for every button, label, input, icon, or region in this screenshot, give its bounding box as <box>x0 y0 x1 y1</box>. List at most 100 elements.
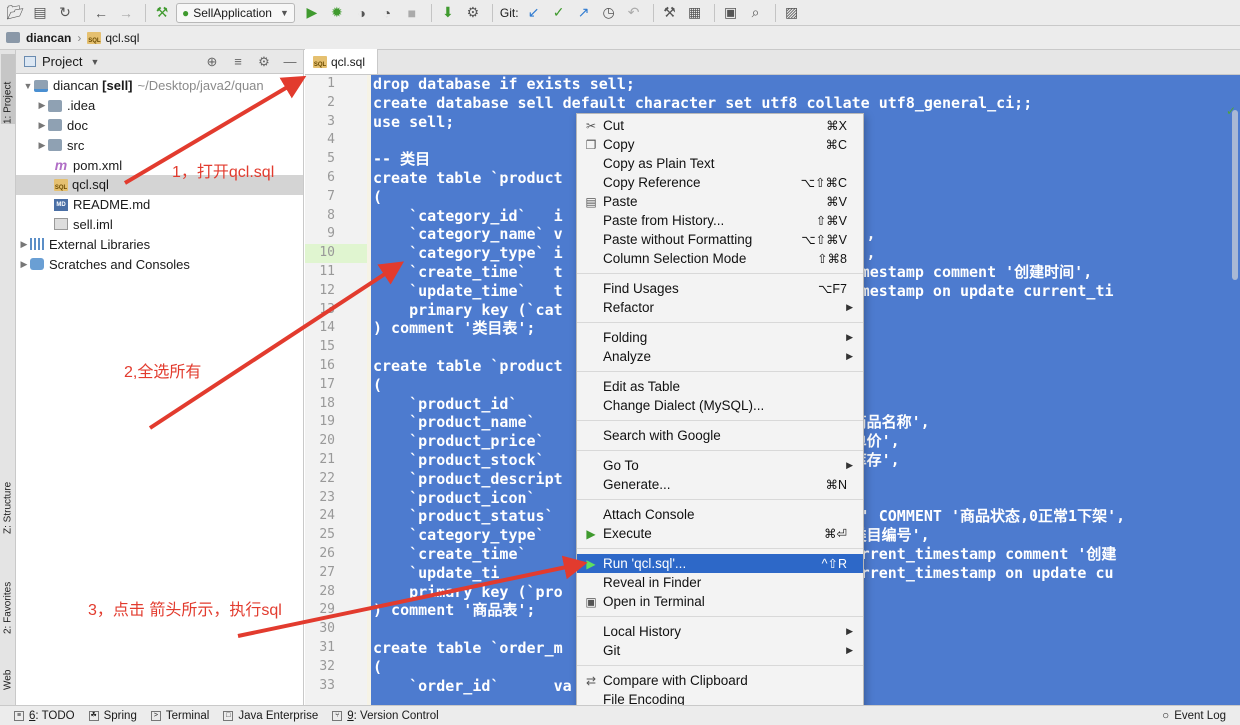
attach-debugger-icon[interactable]: ⚙ <box>462 2 484 24</box>
back-icon[interactable]: ← <box>90 2 112 24</box>
code-line: create table `order_m <box>373 639 563 657</box>
run-configuration-select[interactable]: ● SellApplication ▼ <box>176 2 295 23</box>
menu-item-label: Search with Google <box>603 428 721 443</box>
menu-item[interactable]: Go To ▶ <box>577 456 863 475</box>
chevron-right-icon: › <box>77 30 82 45</box>
menu-item[interactable]: Folding ▶ <box>577 328 863 347</box>
breadcrumb-file[interactable]: qcl.sql <box>105 31 139 45</box>
tree-item-scratches[interactable]: ▶ Scratches and Consoles <box>16 254 303 274</box>
menu-item[interactable]: Copy Reference ⌥⇧⌘C <box>577 173 863 192</box>
git-push-icon[interactable]: ↗ <box>573 2 595 24</box>
tab-qcl-sql[interactable]: SQL qcl.sql <box>305 49 379 74</box>
menu-item[interactable]: ▤ Paste ⌘V <box>577 192 863 211</box>
chevron-down-icon: ▼ <box>279 7 289 18</box>
profile-icon[interactable]: ◔ <box>376 2 398 24</box>
tree-item-src[interactable]: ▶ src <box>16 135 303 155</box>
menu-item[interactable]: Analyze ▶ <box>577 347 863 366</box>
menu-item-shortcut: ⌘N <box>825 478 847 492</box>
submenu-arrow-icon: ▶ <box>846 626 853 636</box>
chevron-down-icon[interactable]: ▼ <box>90 57 99 67</box>
collapse-all-icon[interactable]: ≡ <box>225 54 251 70</box>
tree-item-label: sell.iml <box>73 216 113 232</box>
collapsed-arrow-icon[interactable]: ▶ <box>36 100 48 111</box>
menu-item[interactable]: Column Selection Mode ⇧⌘8 <box>577 249 863 268</box>
locate-file-icon[interactable]: ⊕ <box>199 54 225 70</box>
menu-item[interactable]: ⇄ Compare with Clipboard <box>577 671 863 690</box>
menu-item[interactable]: ❐ Copy ⌘C <box>577 135 863 154</box>
line-number: 1 <box>327 76 335 91</box>
menu-item[interactable]: ▶ Run 'qcl.sql'... ^⇧R <box>577 554 863 573</box>
rollback-icon[interactable]: ↶ <box>623 2 645 24</box>
menu-item[interactable]: ✂ Cut ⌘X <box>577 116 863 135</box>
menu-item[interactable]: Find Usages ⌥F7 <box>577 279 863 298</box>
tree-item-idea[interactable]: ▶ .idea <box>16 96 303 116</box>
tab-web[interactable]: Web <box>1 650 15 690</box>
git-update-icon[interactable]: ↙ <box>523 2 545 24</box>
tool-version-control[interactable]: ⑂ 9: Version Control <box>332 710 439 722</box>
tree-item-root[interactable]: ▼ diancan [sell] ~/Desktop/java2/quan <box>16 76 303 96</box>
menu-item[interactable]: Paste from History... ⇧⌘V <box>577 211 863 230</box>
gear-icon[interactable]: ⚙ <box>251 54 277 70</box>
menu-item[interactable]: Attach Console <box>577 505 863 524</box>
breadcrumb: diancan › SQL qcl.sql <box>0 26 1240 50</box>
tool-terminal[interactable]: > Terminal <box>150 710 209 722</box>
menu-separator <box>577 499 863 500</box>
run-icon[interactable]: ▶ <box>301 2 323 24</box>
build-hammer-icon[interactable]: ⚒ <box>151 2 173 24</box>
collapsed-arrow-icon[interactable]: ▶ <box>18 259 30 270</box>
menu-item[interactable]: Change Dialect (MySQL)... <box>577 396 863 415</box>
menu-item[interactable]: Paste without Formatting ⌥⇧⌘V <box>577 230 863 249</box>
collapsed-arrow-icon[interactable]: ▶ <box>36 140 48 151</box>
open-folder-icon[interactable]: 📂︎ <box>4 2 26 24</box>
tree-item-external-libraries[interactable]: ▶ External Libraries <box>16 234 303 254</box>
collapsed-arrow-icon[interactable]: ▶ <box>18 239 30 250</box>
menu-item[interactable]: Reveal in Finder <box>577 573 863 592</box>
tree-item-label: doc <box>67 117 88 133</box>
menu-item[interactable]: Local History ▶ <box>577 622 863 641</box>
search-icon[interactable]: ⌕ <box>745 2 767 24</box>
stop-icon[interactable]: ■ <box>401 2 423 24</box>
expanded-arrow-icon[interactable]: ▼ <box>22 81 34 91</box>
event-log-button[interactable]: ○ Event Log <box>1162 710 1226 722</box>
breadcrumb-project[interactable]: diancan <box>26 31 71 45</box>
menu-item[interactable]: Git ▶ <box>577 641 863 660</box>
tab-favorites[interactable]: 2: Favorites <box>1 556 15 634</box>
menu-separator <box>577 665 863 666</box>
run-icon: ▶ <box>586 526 596 541</box>
coverage-icon[interactable]: ◑ <box>351 2 373 24</box>
settings-wrench-icon[interactable]: ⚒ <box>659 2 681 24</box>
vertical-scrollbar[interactable] <box>1232 110 1238 280</box>
menu-item[interactable]: Search with Google <box>577 426 863 445</box>
tool-todo[interactable]: ≡ 6: TODO <box>14 710 75 722</box>
debug-icon[interactable]: ✹ <box>326 2 348 24</box>
terminal-window-icon[interactable]: ▣ <box>720 2 742 24</box>
collapsed-arrow-icon[interactable]: ▶ <box>36 120 48 131</box>
save-icon[interactable]: ▤ <box>29 2 51 24</box>
project-structure-icon[interactable]: ▦ <box>684 2 706 24</box>
line-number: 27 <box>319 564 335 580</box>
tool-java-enterprise[interactable]: □ Java Enterprise <box>223 710 318 722</box>
forward-icon[interactable]: → <box>115 2 137 24</box>
presentation-icon[interactable]: ▨ <box>781 2 803 24</box>
tree-item-doc[interactable]: ▶ doc <box>16 116 303 136</box>
menu-item[interactable]: Copy as Plain Text <box>577 154 863 173</box>
git-commit-icon[interactable]: ✓ <box>548 2 570 24</box>
menu-item[interactable]: Refactor ▶ <box>577 298 863 317</box>
tree-item-iml[interactable]: sell.iml <box>16 215 303 235</box>
scratches-icon <box>30 258 44 271</box>
menu-item-label: Paste <box>603 194 638 209</box>
update-running-icon[interactable]: ⬇ <box>437 2 459 24</box>
history-icon[interactable]: ◷ <box>598 2 620 24</box>
tab-project[interactable]: 1: Project <box>1 54 15 124</box>
tree-item-readme[interactable]: MD README.md <box>16 195 303 215</box>
menu-item[interactable]: Edit as Table <box>577 377 863 396</box>
tool-spring[interactable]: ☘ Spring <box>88 710 137 722</box>
menu-item[interactable]: ▶ Execute ⌘⏎ <box>577 524 863 543</box>
tab-structure[interactable]: Z: Structure <box>1 458 15 534</box>
project-view-selector[interactable]: Project <box>42 54 82 69</box>
hide-panel-icon[interactable]: — <box>277 54 303 70</box>
code-line: drop database if exists sell; <box>373 75 635 93</box>
menu-item[interactable]: Generate... ⌘N <box>577 475 863 494</box>
sync-icon[interactable]: ↻ <box>54 2 76 24</box>
menu-item[interactable]: ▣ Open in Terminal <box>577 592 863 611</box>
